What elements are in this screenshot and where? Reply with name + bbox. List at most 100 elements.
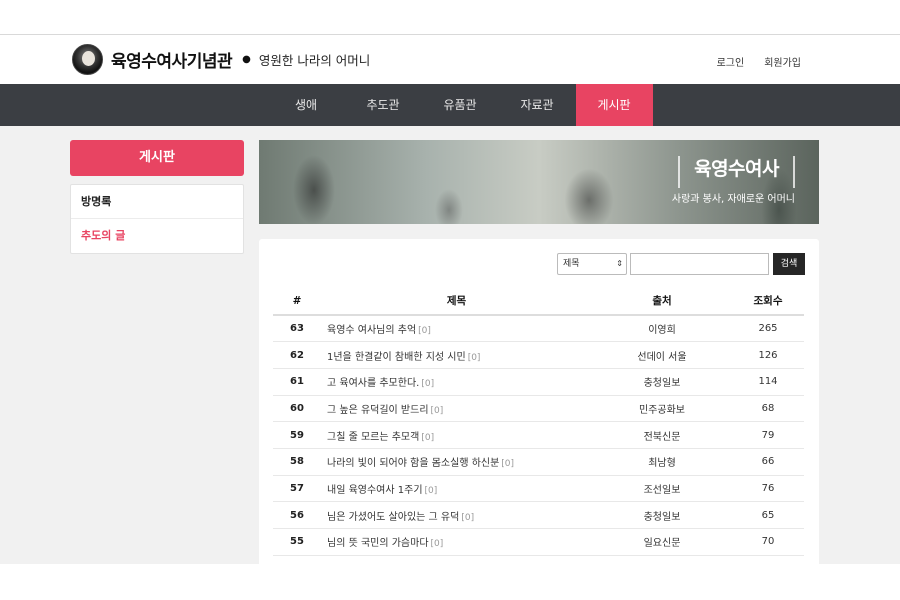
col-header-views: 조회수 [732, 287, 804, 316]
row-title-cell: 나라의 빛이 되어야 함을 몸소실행 하신분 [0] [321, 448, 592, 476]
nav-item-board[interactable]: 게시판 [575, 84, 653, 126]
search-button[interactable]: 검색 [773, 253, 805, 275]
row-num: 55 [273, 528, 321, 556]
row-views: 265 [732, 315, 804, 343]
board-panel: 제목 ⇕ 검색 # 제목 출처 조회수 63 육영수 여사님의 추억 [0] 이… [259, 239, 819, 569]
table-row[interactable]: 62 1년을 한결같이 참배한 지성 시민 [0] 선데이 서울 126 [273, 341, 804, 369]
row-source: 충청일보 [592, 368, 732, 396]
row-comment-count: [0] [421, 379, 435, 390]
row-num: 63 [273, 315, 321, 343]
row-num: 61 [273, 368, 321, 396]
table-row[interactable]: 55 님의 뜻 국민의 가슴마다 [0] 일요신문 70 [273, 528, 804, 556]
row-title-link[interactable]: 고 육여사를 추모한다. [327, 378, 419, 389]
row-views: 65 [732, 501, 804, 529]
row-source: 조선일보 [592, 475, 732, 503]
row-source: 일요신문 [592, 528, 732, 556]
row-title-cell: 님은 가셨어도 살아있는 그 유덕 [0] [321, 501, 592, 529]
table-row[interactable]: 58 나라의 빛이 되어야 함을 몸소실행 하신분 [0] 최남형 66 [273, 448, 804, 476]
table-row[interactable]: 56 님은 가셨어도 살아있는 그 유덕 [0] 충청일보 65 [273, 501, 804, 529]
nav-item-archive[interactable]: 자료관 [499, 84, 576, 126]
row-source: 민주공화보 [592, 395, 732, 423]
banner-title-box: 육영수여사 [678, 156, 795, 188]
table-row[interactable]: 63 육영수 여사님의 추억 [0] 이영희 265 [273, 315, 804, 343]
nav-item-relics[interactable]: 유품관 [422, 84, 499, 126]
search-input[interactable] [630, 253, 769, 275]
row-views: 76 [732, 475, 804, 503]
row-comment-count: [0] [424, 485, 438, 496]
row-num: 57 [273, 475, 321, 503]
row-views: 126 [732, 341, 804, 369]
sidebar-menu: 방명록 추도의 글 [70, 184, 244, 254]
row-views: 114 [732, 368, 804, 396]
search-bar: 제목 ⇕ 검색 [557, 253, 805, 275]
nav-item-memorial[interactable]: 추도관 [345, 84, 422, 126]
row-comment-count: [0] [430, 539, 444, 550]
row-comment-count: [0] [421, 432, 435, 443]
search-field-select-value: 제목 [563, 259, 580, 269]
row-views: 66 [732, 448, 804, 476]
row-title-cell: 그 높은 유덕길이 받드리 [0] [321, 395, 592, 423]
row-title-link[interactable]: 님의 뜻 국민의 가슴마다 [327, 538, 429, 549]
site-header: 육영수여사기념관 ● 영원한 나라의 어머니 로그인 회원가입 [0, 35, 900, 84]
col-header-source: 출처 [592, 287, 732, 316]
sidebar-title: 게시판 [70, 140, 244, 176]
content-area: 게시판 방명록 추도의 글 육영수여사 사랑과 봉사, 자애로운 어머니 제목 … [0, 126, 900, 569]
row-title-cell: 그칠 줄 모르는 추모객 [0] [321, 421, 592, 449]
banner-title: 육영수여사 [694, 158, 779, 180]
table-body: 63 육영수 여사님의 추억 [0] 이영희 265 62 1년을 한결같이 참배… [273, 315, 804, 556]
row-comment-count: [0] [461, 512, 475, 523]
table-row[interactable]: 61 고 육여사를 추모한다. [0] 충청일보 114 [273, 368, 804, 396]
row-title-link[interactable]: 그칠 줄 모르는 추모객 [327, 432, 419, 443]
table-row[interactable]: 60 그 높은 유덕길이 받드리 [0] 민주공화보 68 [273, 395, 804, 423]
row-title-link[interactable]: 그 높은 유덕길이 받드리 [327, 405, 429, 416]
portrait-avatar [72, 44, 103, 75]
user-links: 로그인 회원가입 [717, 54, 801, 69]
page: 육영수여사기념관 ● 영원한 나라의 어머니 로그인 회원가입 생애 추도관 유… [0, 0, 900, 600]
row-title-cell: 내일 육영수여사 1주기 [0] [321, 475, 592, 503]
col-header-num: # [273, 287, 321, 316]
nav-item-life[interactable]: 생애 [268, 84, 345, 126]
main-nav: 생애 추도관 유품관 자료관 게시판 [0, 84, 900, 126]
page-bottom-blank [0, 564, 900, 600]
sidebar-item-memorial-writings[interactable]: 추도의 글 [71, 219, 243, 253]
row-num: 58 [273, 448, 321, 476]
row-num: 56 [273, 501, 321, 529]
row-comment-count: [0] [501, 459, 515, 470]
row-source: 전북신문 [592, 421, 732, 449]
row-source: 최남형 [592, 448, 732, 476]
row-views: 79 [732, 421, 804, 449]
row-title-link[interactable]: 내일 육영수여사 1주기 [327, 485, 423, 496]
row-source: 충청일보 [592, 501, 732, 529]
table-row[interactable]: 59 그칠 줄 모르는 추모객 [0] 전북신문 79 [273, 421, 804, 449]
select-arrows-icon: ⇕ [616, 259, 623, 268]
posts-table: # 제목 출처 조회수 63 육영수 여사님의 추억 [0] 이영희 265 62 [273, 287, 804, 556]
row-title-cell: 님의 뜻 국민의 가슴마다 [0] [321, 528, 592, 556]
row-comment-count: [0] [430, 405, 444, 416]
row-num: 62 [273, 341, 321, 369]
site-logo[interactable]: 육영수여사기념관 ● 영원한 나라의 어머니 [72, 44, 370, 75]
row-title-cell: 고 육여사를 추모한다. [0] [321, 368, 592, 396]
row-title-link[interactable]: 님은 가셨어도 살아있는 그 유덕 [327, 512, 459, 523]
page-banner: 육영수여사 사랑과 봉사, 자애로운 어머니 [259, 140, 819, 224]
search-field-select[interactable]: 제목 ⇕ [557, 253, 627, 275]
row-views: 68 [732, 395, 804, 423]
table-row[interactable]: 57 내일 육영수여사 1주기 [0] 조선일보 76 [273, 475, 804, 503]
row-source: 선데이 서울 [592, 341, 732, 369]
top-spacer [0, 0, 900, 35]
brand-tagline: 영원한 나라의 어머니 [258, 53, 371, 68]
separator-dot-icon: ● [242, 54, 251, 65]
row-num: 59 [273, 421, 321, 449]
row-views: 70 [732, 528, 804, 556]
row-title-link[interactable]: 1년을 한결같이 참배한 지성 시민 [327, 352, 466, 363]
banner-subtitle: 사랑과 봉사, 자애로운 어머니 [671, 194, 795, 205]
row-comment-count: [0] [467, 352, 481, 363]
row-title-link[interactable]: 육영수 여사님의 추억 [327, 325, 416, 336]
row-title-link[interactable]: 나라의 빛이 되어야 함을 몸소실행 하신분 [327, 458, 499, 469]
signup-link[interactable]: 회원가입 [764, 54, 801, 69]
sidebar: 게시판 방명록 추도의 글 [70, 140, 244, 254]
row-title-cell: 1년을 한결같이 참배한 지성 시민 [0] [321, 341, 592, 369]
row-comment-count: [0] [418, 326, 431, 337]
row-title-cell: 육영수 여사님의 추억 [0] [321, 315, 592, 343]
sidebar-item-guestbook[interactable]: 방명록 [71, 185, 243, 219]
login-link[interactable]: 로그인 [717, 54, 745, 69]
